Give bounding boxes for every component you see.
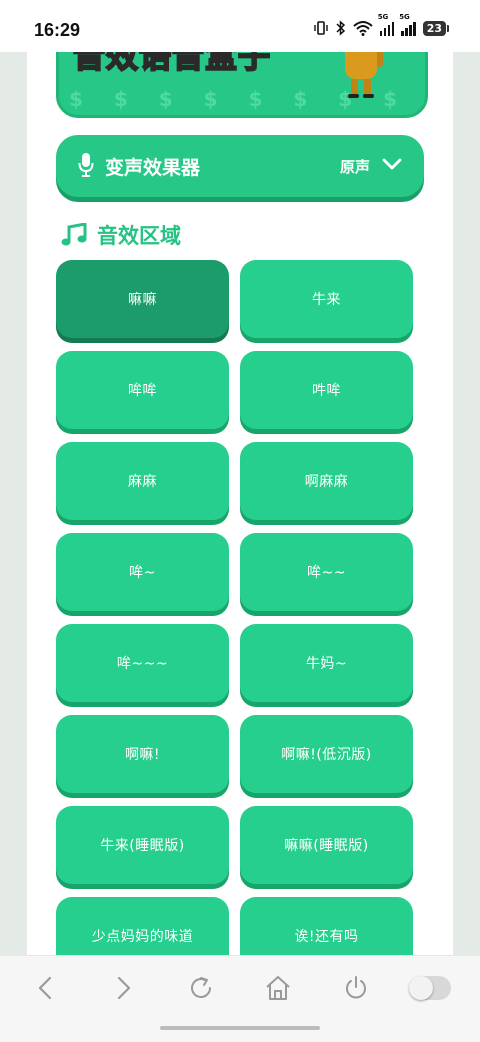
- sound-button[interactable]: 嘛嘛(睡眠版): [240, 806, 413, 884]
- signal-icon: 5G: [399, 13, 416, 36]
- status-icons: 5G 5G 23: [313, 13, 450, 36]
- sound-button[interactable]: 哞~~~: [56, 624, 229, 702]
- sound-button[interactable]: 啊麻麻: [240, 442, 413, 520]
- toggle-knob: [409, 976, 433, 1000]
- music-note-icon: [61, 223, 87, 246]
- back-icon[interactable]: [34, 974, 58, 1002]
- sound-button[interactable]: 哞~: [56, 533, 229, 611]
- wifi-icon: [353, 21, 373, 36]
- vibrate-icon: [313, 21, 328, 35]
- signal-icon: 5G: [378, 13, 395, 36]
- sound-grid: 嘛嘛 牛来 哞哞 吽哞 麻麻 啊麻麻 哞~ 哞~~ 哞~~~ 牛妈~ 啊嘛! 啊…: [56, 260, 413, 955]
- main-panel: $ $ $ $ $ $ $ $ $ 音效语音盒子 变声效果器 原声 音效区域 嘛…: [27, 52, 453, 955]
- sound-button[interactable]: 啊嘛!(低沉版): [240, 715, 413, 793]
- banner-title: 音效语音盒子: [72, 52, 272, 76]
- sound-button[interactable]: 哞~~: [240, 533, 413, 611]
- status-time: 16:29: [34, 20, 81, 40]
- sound-button[interactable]: 哞哞: [56, 351, 229, 429]
- app-banner: $ $ $ $ $ $ $ $ $ 音效语音盒子: [56, 52, 428, 118]
- forward-icon[interactable]: [111, 974, 135, 1002]
- chevron-down-icon: [382, 158, 402, 170]
- bottom-navigation-bar: [0, 955, 480, 1042]
- status-bar: 16:29 5G 5G 23: [0, 0, 480, 52]
- toggle-switch[interactable]: [409, 976, 451, 1000]
- home-icon[interactable]: [264, 974, 292, 1002]
- mic-icon: [78, 153, 94, 177]
- cartoon-character-image: [345, 52, 383, 98]
- voice-changer-selector[interactable]: 变声效果器 原声: [56, 135, 424, 197]
- section-header: 音效区域: [61, 220, 181, 250]
- sound-button[interactable]: 牛来(睡眠版): [56, 806, 229, 884]
- sound-button[interactable]: 牛来: [240, 260, 413, 338]
- network-type-label: 5G: [399, 13, 410, 21]
- sound-button[interactable]: 诶!还有吗: [240, 897, 413, 955]
- bluetooth-icon: [336, 20, 345, 36]
- sound-button[interactable]: 嘛嘛: [56, 260, 229, 338]
- sound-button[interactable]: 少点妈妈的味道: [56, 897, 229, 955]
- sound-button[interactable]: 麻麻: [56, 442, 229, 520]
- sound-button[interactable]: 吽哞: [240, 351, 413, 429]
- battery-indicator: 23: [422, 20, 450, 36]
- voice-changer-title: 变声效果器: [105, 157, 201, 179]
- refresh-icon[interactable]: [187, 974, 215, 1002]
- home-indicator[interactable]: [160, 1026, 320, 1030]
- power-icon[interactable]: [342, 974, 370, 1002]
- section-title: 音效区域: [97, 224, 181, 248]
- sound-button[interactable]: 啊嘛!: [56, 715, 229, 793]
- sound-button[interactable]: 牛妈~: [240, 624, 413, 702]
- network-type-label: 5G: [377, 13, 389, 21]
- voice-changer-value: 原声: [339, 158, 370, 176]
